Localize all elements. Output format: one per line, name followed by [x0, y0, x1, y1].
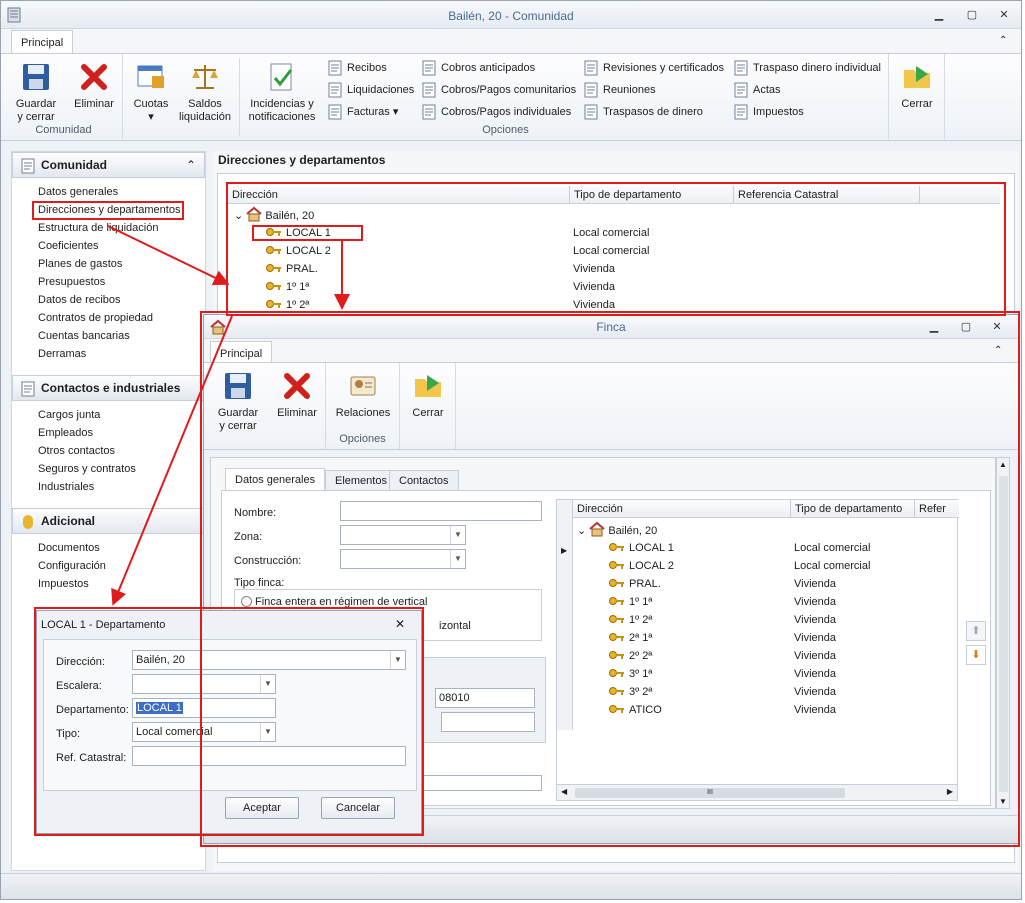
- annotation-arrows: [107, 225, 350, 606]
- arrow-to-dialog: [111, 315, 233, 606]
- arrow-nav-to-grid: [107, 225, 230, 285]
